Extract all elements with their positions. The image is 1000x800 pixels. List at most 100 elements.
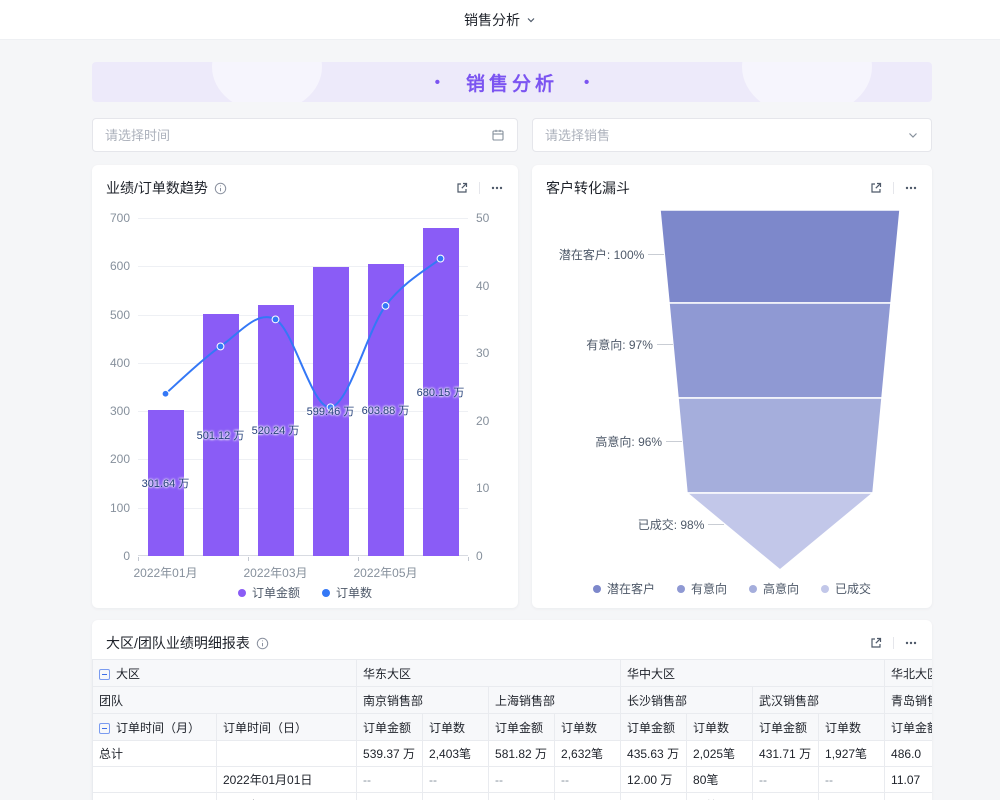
value-cell: -- [357, 767, 423, 793]
export-icon[interactable] [455, 181, 469, 195]
sales-filter-input[interactable] [545, 128, 899, 143]
funnel-segment-4 [687, 493, 873, 570]
value-cell: 2,403笔 [423, 741, 489, 767]
table-scroll-area[interactable]: 大区华东大区华中大区华北大区团队南京销售部上海销售部长沙销售部武汉销售部青岛销售… [92, 659, 932, 800]
more-icon[interactable] [904, 181, 918, 195]
y-axis-right-label: 40 [476, 279, 489, 293]
more-icon[interactable] [490, 181, 504, 195]
funnel-stage-label: 潜在客户: 100% [548, 246, 644, 263]
cell-text: 南京销售部 [363, 694, 423, 708]
funnel-legend-item[interactable]: 已成交 [821, 580, 871, 597]
export-icon[interactable] [869, 636, 883, 650]
chevron-down-icon [907, 129, 919, 141]
funnel-card-header: 客户转化漏斗 [532, 165, 932, 204]
value-cell: -- [819, 767, 885, 793]
legend-marker [322, 589, 330, 597]
cell-text: -- [363, 773, 371, 787]
cell-text: 武汉销售部 [759, 694, 819, 708]
time-filter-input[interactable] [105, 128, 483, 143]
line-dot [272, 316, 279, 323]
value-cell: -- [357, 793, 423, 800]
actions-divider [479, 182, 480, 194]
day-cell [217, 741, 357, 767]
measure-header: 订单金额 [885, 714, 932, 741]
cell-text: 总计 [99, 747, 123, 761]
dashboard-content: • 销售分析 • 业绩/订单数趋势 [0, 40, 932, 800]
cell-text: 11.07 [891, 773, 920, 787]
more-icon[interactable] [904, 636, 918, 650]
export-icon[interactable] [869, 181, 883, 195]
actions-divider [893, 182, 894, 194]
day-column-header: 订单时间（日） [217, 714, 357, 741]
funnel-legend-item[interactable]: 潜在客户 [593, 580, 655, 597]
measure-header: 订单金额 [357, 714, 423, 741]
banner: • 销售分析 • [92, 62, 932, 102]
sales-filter[interactable] [532, 118, 932, 152]
value-cell: 90笔 [687, 793, 753, 800]
filter-bar [92, 118, 932, 152]
value-cell: 1,927笔 [819, 741, 885, 767]
day-cell: 2022年01月01日 [217, 767, 357, 793]
value-cell: -- [423, 767, 489, 793]
measure-header: 订单数 [819, 714, 885, 741]
banner-dot-right: • [584, 74, 589, 91]
funnel-stage-label: 已成交: 98% [548, 516, 704, 533]
measure-header: 订单数 [423, 714, 489, 741]
region-header: 华北大区 [885, 660, 932, 687]
y-axis-left-label: 200 [104, 452, 130, 466]
line-path [166, 259, 441, 408]
x-axis-label: 2022年03月 [243, 564, 307, 581]
info-icon[interactable] [256, 637, 269, 650]
legend-marker [821, 585, 829, 593]
legend-marker [238, 589, 246, 597]
dashboard-switcher[interactable]: 销售分析 [464, 10, 536, 30]
month-cell [93, 793, 217, 800]
collapse-icon[interactable] [99, 723, 110, 734]
cell-text: 长沙销售部 [627, 694, 687, 708]
value-cell: -- [489, 793, 555, 800]
cell-text: 华中大区 [627, 667, 675, 681]
value-cell: 22.05 万 [621, 793, 687, 800]
cell-text: 1,927笔 [825, 747, 867, 761]
funnel-legend: 潜在客户 有意向 高意向 已成交 [532, 580, 932, 597]
value-cell: 12.00 万 [621, 767, 687, 793]
value-cell: 11.07 [885, 767, 932, 793]
bar-value-label: 680.15 万 [417, 384, 465, 400]
region-header: 华中大区 [621, 660, 885, 687]
y-axis-left-label: 100 [104, 501, 130, 515]
value-cell: -- [753, 793, 819, 800]
cell-text: -- [561, 773, 569, 787]
y-axis-right-label: 0 [476, 549, 483, 563]
info-icon[interactable] [214, 182, 227, 195]
cell-text: 2,403笔 [429, 747, 471, 761]
time-filter[interactable] [92, 118, 518, 152]
x-axis-label: 2022年01月 [133, 564, 197, 581]
funnel-chart: 潜在客户: 100%有意向: 97%高意向: 96%已成交: 98% [548, 210, 916, 576]
cell-text: 华北大区 [891, 667, 932, 681]
line-dot [217, 343, 224, 350]
funnel-legend-item[interactable]: 高意向 [749, 580, 799, 597]
funnel-chart-card: 客户转化漏斗 潜在客户: 100%有意向: 97%高意向: 96%已成交: 98… [532, 165, 932, 608]
cell-text: -- [759, 773, 767, 787]
funnel-segment-2 [669, 303, 891, 398]
collapse-icon[interactable] [99, 669, 110, 680]
cell-text: 团队 [99, 694, 123, 708]
value-cell [885, 793, 932, 800]
funnel-card-title-text: 客户转化漏斗 [546, 178, 630, 198]
value-cell: -- [489, 767, 555, 793]
value-cell: 539.37 万 [357, 741, 423, 767]
funnel-label-line [708, 524, 724, 525]
cell-text: 581.82 万 [495, 747, 547, 761]
cell-text: 431.71 万 [759, 747, 811, 761]
cell-text: 订单时间（月） [116, 721, 200, 735]
cell-text: 订单金额 [627, 721, 675, 735]
cell-text: 订单金额 [891, 721, 932, 735]
funnel-label-line [648, 254, 664, 255]
trend-legend-item[interactable]: 订单数 [322, 584, 372, 601]
measure-header: 订单金额 [621, 714, 687, 741]
table-row: 2022年01月02日--------22.05 万90笔---- [93, 793, 933, 800]
table-card-title-text: 大区/团队业绩明细报表 [106, 633, 250, 653]
trend-legend-item[interactable]: 订单金额 [238, 584, 300, 601]
team-header: 长沙销售部 [621, 687, 753, 714]
funnel-legend-item[interactable]: 有意向 [677, 580, 727, 597]
